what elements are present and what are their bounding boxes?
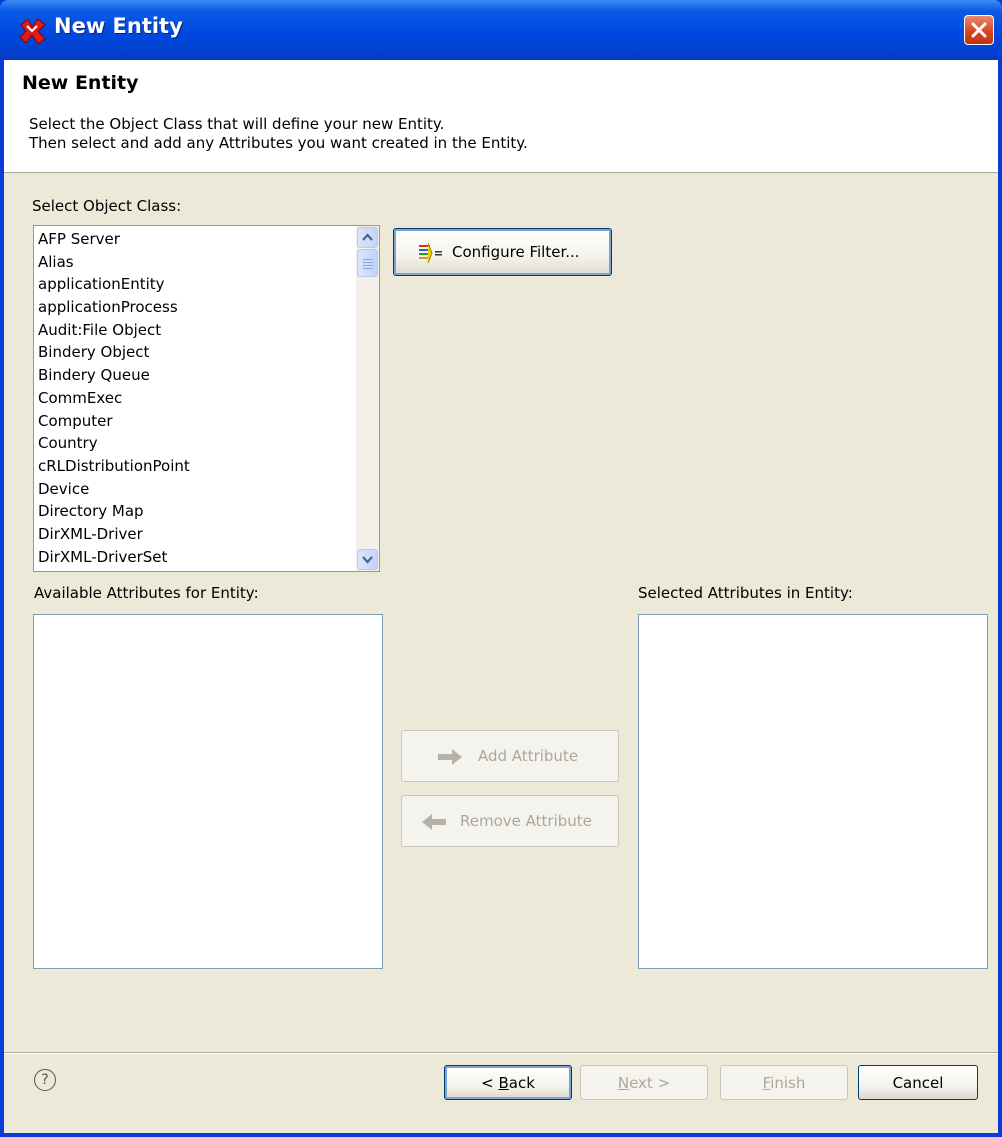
object-class-item[interactable]: Bindery Queue [34, 364, 379, 387]
remove-attribute-button[interactable]: Remove Attribute [401, 795, 619, 847]
object-class-items: AFP Server Alias applicationEntity applicat… [34, 226, 379, 568]
add-attribute-button[interactable]: Add Attribute [401, 730, 619, 782]
object-class-item[interactable]: Directory Map [34, 500, 379, 523]
configure-filter-button[interactable]: Configure Filter... [393, 228, 612, 276]
next-mnemonic: N [617, 1074, 630, 1092]
object-class-item[interactable]: Device [34, 478, 379, 501]
object-class-item[interactable]: Audit:File Object [34, 319, 379, 342]
object-class-item[interactable]: applicationEntity [34, 273, 379, 296]
object-class-item[interactable]: DirXML-Driver [34, 523, 379, 546]
selected-attributes-label: Selected Attributes in Entity: [638, 584, 853, 602]
cancel-button[interactable]: Cancel [858, 1065, 978, 1100]
object-class-item[interactable]: cRLDistributionPoint [34, 455, 379, 478]
thumb-grip-line [363, 265, 373, 266]
configure-filter-label: Configure Filter... [452, 243, 580, 261]
scroll-thumb[interactable] [357, 249, 378, 277]
arrow-left-icon [422, 814, 446, 830]
finish-suffix: inish [770, 1074, 806, 1092]
selected-attributes-list[interactable] [638, 614, 988, 969]
thumb-grip-line [363, 262, 373, 263]
cancel-label: Cancel [892, 1074, 944, 1092]
page-title: New Entity [22, 72, 139, 94]
available-attributes-label: Available Attributes for Entity: [34, 584, 259, 602]
title-bar[interactable]: New Entity [0, 0, 1002, 60]
description-line-2: Then select and add any Attributes you w… [29, 134, 528, 152]
object-class-item[interactable]: Country [34, 432, 379, 455]
thumb-grip-line [363, 268, 373, 269]
available-attributes-list[interactable] [33, 614, 383, 969]
page-description: Select the Object Class that will define… [29, 115, 528, 153]
chevron-down-icon [362, 556, 373, 564]
next-suffix: ext > [629, 1074, 671, 1092]
dialog-window: New Entity New Entity Select the Object … [0, 0, 1002, 1137]
next-button-label: Next > [581, 1074, 707, 1092]
description-line-1: Select the Object Class that will define… [29, 115, 445, 133]
wizard-header: New Entity Select the Object Class that … [4, 60, 998, 173]
chevron-up-icon [362, 233, 373, 241]
close-icon [971, 22, 987, 38]
object-class-scrollbar[interactable] [356, 226, 379, 571]
back-prefix: < [481, 1074, 499, 1092]
scroll-up-button[interactable] [357, 227, 378, 248]
window-title: New Entity [54, 14, 183, 38]
novell-designer-icon [19, 18, 46, 45]
object-class-list[interactable]: AFP Server Alias applicationEntity applicat… [33, 225, 380, 572]
add-attribute-label: Add Attribute [478, 747, 579, 765]
object-class-item[interactable]: Alias [34, 251, 379, 274]
finish-button-label: Finish [721, 1074, 847, 1092]
back-button[interactable]: < Back [444, 1065, 572, 1100]
thumb-grip-line [363, 259, 373, 260]
help-icon[interactable]: ? [34, 1069, 56, 1091]
footer-separator [4, 1052, 998, 1054]
arrow-right-icon [438, 749, 462, 765]
filter-icon [419, 243, 442, 263]
scroll-down-button[interactable] [357, 549, 378, 570]
back-mnemonic: B [498, 1074, 509, 1092]
finish-button[interactable]: Finish [720, 1065, 848, 1100]
object-class-item[interactable]: Computer [34, 410, 379, 433]
back-button-label: < Back [445, 1074, 571, 1092]
next-button[interactable]: Next > [580, 1065, 708, 1100]
object-class-item[interactable]: Bindery Object [34, 341, 379, 364]
object-class-label: Select Object Class: [32, 197, 182, 215]
object-class-item[interactable]: applicationProcess [34, 296, 379, 319]
object-class-item[interactable]: CommExec [34, 387, 379, 410]
object-class-item[interactable]: AFP Server [34, 228, 379, 251]
back-suffix: ack [508, 1074, 535, 1092]
object-class-item[interactable]: DirXML-DriverSet [34, 546, 379, 569]
remove-attribute-label: Remove Attribute [460, 812, 592, 830]
close-button[interactable] [964, 15, 994, 45]
dialog-client-area: New Entity Select the Object Class that … [4, 60, 998, 1133]
